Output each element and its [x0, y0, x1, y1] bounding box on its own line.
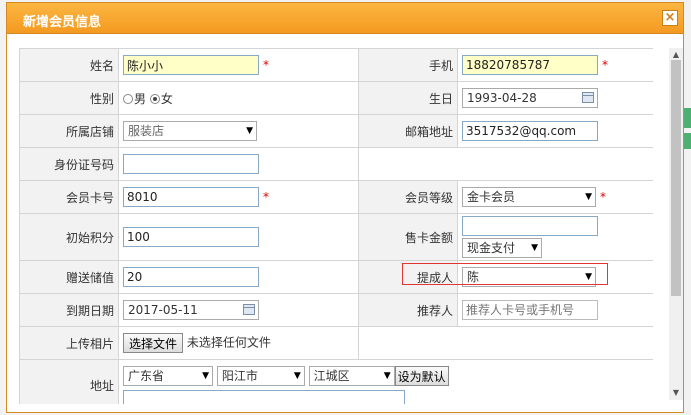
referrer-label: 推荐人 [358, 293, 458, 327]
name-input[interactable] [123, 55, 259, 75]
store-label: 所属店铺 [19, 114, 119, 148]
calendar-icon[interactable] [582, 92, 594, 103]
required-mark: * [263, 58, 269, 72]
gender-male-radio[interactable] [123, 94, 133, 104]
gender-female-radio[interactable] [149, 94, 160, 104]
row-expire-referrer: 到期日期 2017-05-11 推荐人 [19, 293, 653, 327]
background-edge [684, 133, 691, 149]
referrer-input[interactable] [462, 300, 598, 320]
city-value: 阳江市 [221, 369, 258, 383]
required-mark: * [600, 190, 606, 204]
payment-value: 现金支付 [467, 241, 516, 255]
commission-label: 提成人 [358, 260, 458, 294]
store-select[interactable]: 服装店 ▼ [123, 121, 257, 141]
phone-label: 手机 [358, 48, 458, 82]
row-points-amount: 初始积分 售卡金额 现金支付 ▼ [19, 213, 653, 261]
store-value: 服装店 [128, 124, 165, 138]
gender-male-label: 男 [134, 91, 147, 106]
expire-value: 2017-05-11 [128, 303, 198, 317]
set-default-button[interactable]: 设为默认 [394, 366, 449, 386]
chevron-down-icon: ▼ [293, 371, 301, 381]
address-detail-input[interactable] [123, 390, 405, 404]
card-no-input[interactable] [123, 187, 259, 207]
dialog-titlebar: 新增会员信息 × [7, 3, 683, 34]
chevron-down-icon: ▼ [246, 126, 253, 136]
row-card-level: 会员卡号 * 会员等级 金卡会员 ▼ * [19, 180, 653, 214]
email-label: 邮箱地址 [358, 114, 458, 148]
id-number-input[interactable] [123, 154, 259, 174]
chevron-down-icon: ▼ [383, 371, 391, 381]
commission-value: 陈 [467, 270, 480, 284]
file-status: 未选择任何文件 [186, 335, 271, 350]
district-value: 江城区 [313, 369, 350, 383]
level-value: 金卡会员 [467, 190, 516, 204]
sale-amount-label: 售卡金额 [358, 213, 458, 261]
chevron-down-icon: ▼ [585, 272, 592, 282]
chevron-down-icon: ▼ [585, 192, 592, 202]
background-edge [684, 108, 691, 128]
id-number-label: 身份证号码 [19, 147, 119, 181]
payment-select[interactable]: 现金支付 ▼ [462, 238, 542, 258]
gender-label: 性别 [19, 81, 119, 115]
row-address: 地址 广东省 ▼ 阳江市 ▼ 江城区 ▼ 设为默认 [19, 359, 653, 404]
member-form: 姓名 * 手机 * 性别 男 女 生日 1993-04-28 所属店铺 服装店 ▼… [19, 48, 653, 404]
row-store-email: 所属店铺 服装店 ▼ 邮箱地址 [19, 114, 653, 148]
photo-label: 上传相片 [19, 326, 119, 360]
chevron-down-icon: ▼ [202, 371, 209, 381]
required-mark: * [263, 190, 269, 204]
scrollbar[interactable]: ▲ ▼ [669, 48, 683, 400]
birthday-date-input[interactable]: 1993-04-28 [462, 88, 598, 108]
scroll-down-icon[interactable]: ▼ [669, 386, 683, 400]
close-icon[interactable]: × [662, 10, 678, 26]
expire-label: 到期日期 [19, 293, 119, 327]
level-label: 会员等级 [358, 180, 458, 214]
row-photo: 上传相片 选择文件 未选择任何文件 [19, 326, 653, 360]
row-gender-birthday: 性别 男 女 生日 1993-04-28 [19, 81, 653, 115]
calendar-icon[interactable] [243, 304, 255, 315]
gift-value-input[interactable] [123, 267, 259, 287]
email-input[interactable] [462, 121, 598, 141]
required-mark: * [602, 58, 608, 72]
scrollbar-thumb[interactable] [671, 60, 681, 296]
expire-date-input[interactable]: 2017-05-11 [123, 300, 259, 320]
row-id-number: 身份证号码 [19, 147, 653, 181]
level-select[interactable]: 金卡会员 ▼ [462, 187, 596, 207]
gender-female-label: 女 [160, 91, 173, 106]
address-label: 地址 [19, 359, 119, 404]
district-select[interactable]: 江城区 ▼ [308, 366, 395, 386]
card-no-label: 会员卡号 [19, 180, 119, 214]
row-name-phone: 姓名 * 手机 * [19, 48, 653, 82]
init-points-input[interactable] [123, 227, 259, 247]
choose-file-button[interactable]: 选择文件 [123, 333, 184, 353]
dialog-title: 新增会员信息 [23, 15, 102, 30]
name-label: 姓名 [19, 48, 119, 82]
chevron-down-icon: ▼ [531, 243, 538, 253]
birthday-label: 生日 [358, 81, 458, 115]
row-gift-commission: 赠送储值 提成人 陈▼ [19, 260, 653, 294]
province-select[interactable]: 广东省 ▼ [123, 366, 213, 386]
province-value: 广东省 [128, 369, 165, 383]
gift-value-label: 赠送储值 [19, 260, 119, 294]
city-select[interactable]: 阳江市 ▼ [216, 366, 305, 386]
sale-amount-input[interactable] [462, 216, 598, 236]
init-points-label: 初始积分 [19, 213, 119, 261]
phone-input[interactable] [462, 55, 598, 75]
birthday-value: 1993-04-28 [467, 91, 537, 105]
commission-select[interactable]: 陈 ▼ [462, 267, 596, 287]
